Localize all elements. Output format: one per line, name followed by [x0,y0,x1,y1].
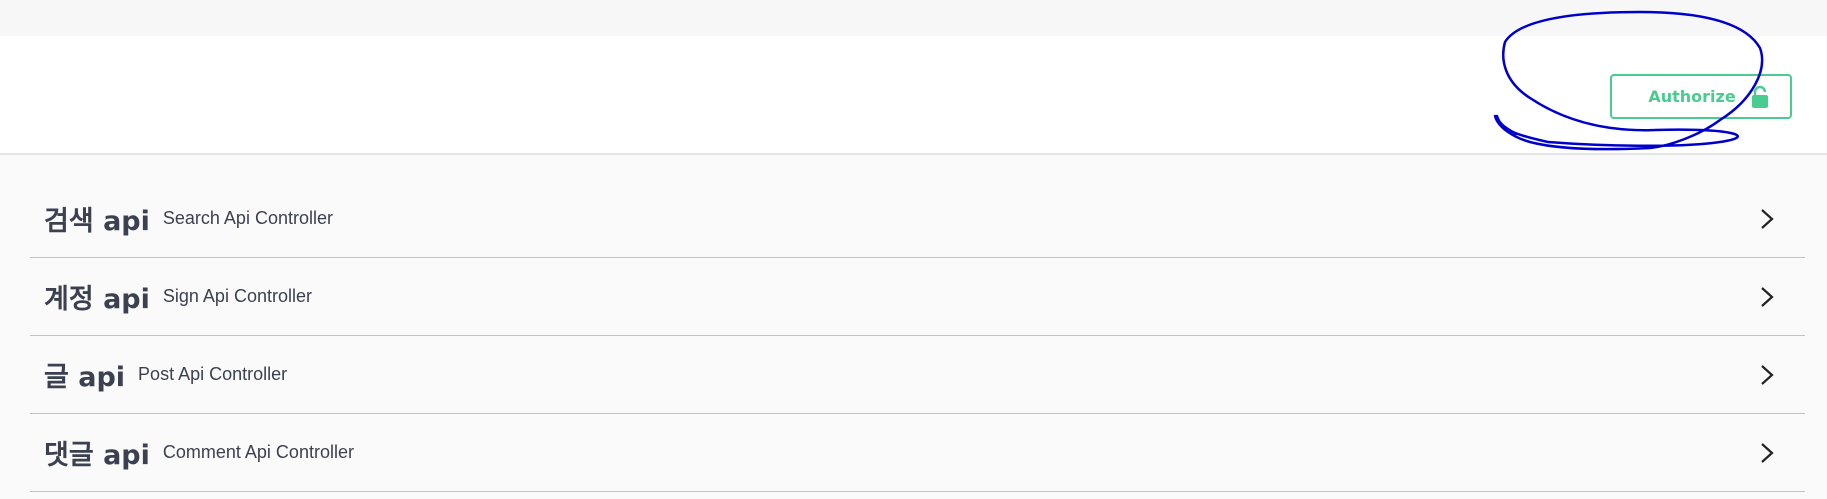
authorize-label: Authorize [1648,87,1736,106]
tag-description: Search Api Controller [162,208,333,228]
tag-row-post[interactable]: 글 api Post Api Controller [30,336,1805,414]
tag-row-comment[interactable]: 댓글 api Comment Api Controller [30,414,1805,492]
authorize-button[interactable]: Authorize [1610,74,1792,119]
tag-row-sign[interactable]: 계정 api Sign Api Controller [30,258,1805,336]
scheme-container [0,36,1827,155]
lock-icon [1751,85,1768,108]
chevron-right-icon[interactable] [1759,285,1775,309]
tag-description: Sign Api Controller [162,286,312,306]
tag-name: 글 api [44,362,126,393]
tag-description: Comment Api Controller [162,442,354,462]
tag-name: 검색 api [44,206,150,237]
tag-row-search[interactable]: 검색 api Search Api Controller [30,180,1805,258]
chevron-right-icon[interactable] [1759,441,1775,465]
tag-name: 댓글 api [44,440,150,471]
tag-name: 계정 api [44,284,150,315]
tag-list: 검색 api Search Api Controller 계정 api Sign… [30,180,1805,492]
top-strip [0,0,1827,36]
tag-description: Post Api Controller [138,364,288,384]
chevron-right-icon[interactable] [1759,207,1775,231]
chevron-right-icon[interactable] [1759,363,1775,387]
